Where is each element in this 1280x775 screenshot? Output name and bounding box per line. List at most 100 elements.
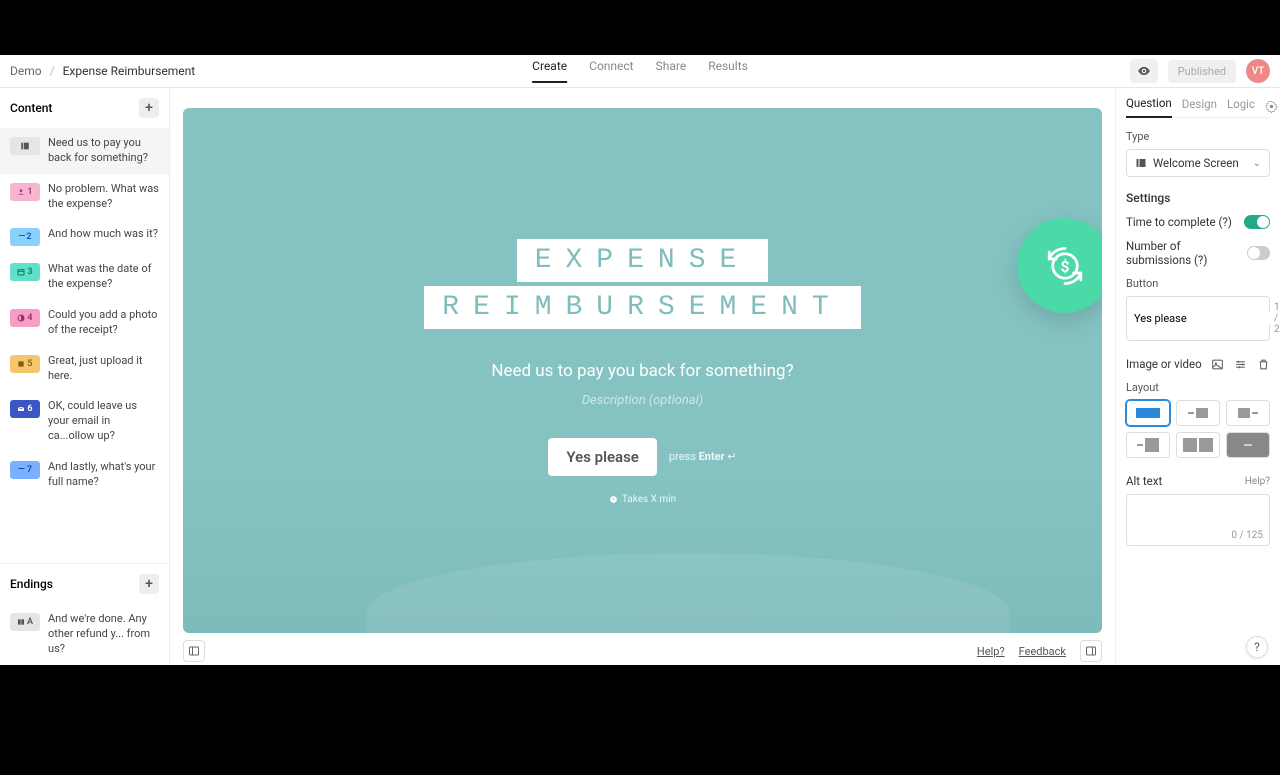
sidebar-left: Content + Need us to pay you back for so… xyxy=(0,88,170,665)
canvas-wrap: $ Expense Reimbursement Need us to pay y… xyxy=(170,88,1115,665)
type-value: Welcome Screen xyxy=(1153,156,1239,170)
panel-tab-logic[interactable]: Logic xyxy=(1227,97,1255,117)
question-badge: 4 xyxy=(10,309,40,327)
panel-tab-design[interactable]: Design xyxy=(1182,97,1217,117)
question-badge: — 7 xyxy=(10,461,40,479)
form-title[interactable]: Expense Reimbursement xyxy=(424,237,860,331)
question-text: Great, just upload it here. xyxy=(48,354,159,384)
button-text-input[interactable] xyxy=(1134,312,1274,325)
toggle-sidebar-left-button[interactable] xyxy=(183,640,205,662)
coin-badge: $ xyxy=(1017,218,1102,313)
time-to-complete-toggle[interactable] xyxy=(1244,215,1270,229)
avatar[interactable]: VT xyxy=(1246,59,1270,83)
submissions-label: Number of submissions (?) xyxy=(1126,239,1247,267)
question-item-2[interactable]: — 2 And how much was it? xyxy=(0,219,169,254)
welcome-icon xyxy=(20,141,30,151)
yesno-icon xyxy=(17,314,25,322)
panel-right-icon xyxy=(1085,645,1097,657)
layout-opt-6[interactable] xyxy=(1226,432,1270,458)
publish-button[interactable]: Published xyxy=(1168,60,1236,83)
breadcrumb-sep: / xyxy=(50,64,55,78)
nav-tabs: Create Connect Share Results xyxy=(532,59,748,83)
layout-opt-2[interactable] xyxy=(1176,400,1220,426)
layout-opt-5[interactable] xyxy=(1176,432,1220,458)
short-text-icon: — xyxy=(18,464,25,476)
feedback-link[interactable]: Feedback xyxy=(1019,645,1066,658)
content-list: Need us to pay you back for something? 1… xyxy=(0,128,169,563)
ending-item-A[interactable]: A And we're done. Any other refund y... … xyxy=(0,604,169,665)
button-char-count: 10 / 24 xyxy=(1274,302,1280,335)
question-text: And how much was it? xyxy=(48,227,159,242)
question-item-0[interactable]: Need us to pay you back for something? xyxy=(0,128,169,174)
time-hint: Takes X min xyxy=(609,494,676,505)
question-number: 4 xyxy=(27,312,32,324)
delete-image-button[interactable] xyxy=(1257,358,1270,371)
setting-time-to-complete: Time to complete (?) xyxy=(1126,215,1270,229)
tab-create[interactable]: Create xyxy=(532,59,567,83)
panel-right: Question Design Logic Type Welcome Scree… xyxy=(1115,88,1280,665)
svg-text:$: $ xyxy=(1060,257,1069,276)
question-item-4[interactable]: 4 Could you add a photo of the receipt? xyxy=(0,300,169,346)
breadcrumb-root[interactable]: Demo xyxy=(10,64,42,78)
layout-opt-4[interactable] xyxy=(1126,432,1170,458)
question-badge: — 2 xyxy=(10,228,40,246)
clock-icon xyxy=(609,495,618,504)
welcome-icon xyxy=(1135,157,1147,169)
question-item-7[interactable]: — 7 And lastly, what's your full name? xyxy=(0,452,169,498)
breadcrumb-current[interactable]: Expense Reimbursement xyxy=(63,64,196,78)
add-image-button[interactable] xyxy=(1211,358,1224,371)
button-text-input-wrap: 10 / 24 xyxy=(1126,296,1270,341)
panel-tab-question[interactable]: Question xyxy=(1126,96,1172,118)
question-text: Need us to pay you back for something? xyxy=(48,136,159,166)
alt-text-input[interactable]: 0 / 125 xyxy=(1126,494,1270,546)
layout-label: Layout xyxy=(1126,381,1270,394)
tab-connect[interactable]: Connect xyxy=(589,59,633,83)
question-text: No problem. What was the expense? xyxy=(48,182,159,212)
form-description-placeholder[interactable]: Description (optional) xyxy=(582,393,703,408)
toggle-sidebar-right-button[interactable] xyxy=(1080,640,1102,662)
email-icon xyxy=(17,405,25,413)
help-fab[interactable]: ? xyxy=(1246,636,1268,658)
person-icon xyxy=(17,188,25,196)
help-link[interactable]: Help? xyxy=(977,645,1005,658)
question-item-1[interactable]: 1 No problem. What was the expense? xyxy=(0,174,169,220)
short-text-icon: — xyxy=(18,231,24,243)
button-label: Button xyxy=(1126,277,1270,290)
question-item-5[interactable]: 5 Great, just upload it here. xyxy=(0,346,169,392)
content-header: Content + xyxy=(0,88,169,128)
panel-settings-button[interactable] xyxy=(1265,100,1278,113)
form-subtitle[interactable]: Need us to pay you back for something? xyxy=(491,361,793,381)
question-number: 2 xyxy=(26,231,31,243)
type-label: Type xyxy=(1126,130,1270,143)
add-content-button[interactable]: + xyxy=(139,98,159,118)
start-button[interactable]: Yes please xyxy=(548,438,657,476)
submissions-toggle[interactable] xyxy=(1247,246,1270,260)
ending-text: And we're done. Any other refund y... fr… xyxy=(48,612,159,657)
image-video-actions xyxy=(1211,358,1270,371)
type-select[interactable]: Welcome Screen ⌄ xyxy=(1126,149,1270,177)
panel-tabs: Question Design Logic xyxy=(1126,96,1270,118)
endings-header: Endings + xyxy=(0,564,169,604)
image-icon xyxy=(1211,358,1224,371)
question-item-6[interactable]: 6 OK, could leave us your email in ca...… xyxy=(0,391,169,452)
question-number: 3 xyxy=(27,266,32,278)
form-canvas[interactable]: $ Expense Reimbursement Need us to pay y… xyxy=(183,108,1102,633)
add-ending-button[interactable]: + xyxy=(139,574,159,594)
calendar-icon xyxy=(17,268,25,276)
alt-help-link[interactable]: Help? xyxy=(1245,476,1270,487)
trash-icon xyxy=(1257,358,1270,371)
endings-section: Endings + A And we're done. Any other re… xyxy=(0,563,169,665)
time-to-complete-label: Time to complete (?) xyxy=(1126,215,1232,229)
image-settings-button[interactable] xyxy=(1234,358,1247,371)
question-item-3[interactable]: 3 What was the date of the expense? xyxy=(0,254,169,300)
question-badge xyxy=(10,137,40,155)
question-text: What was the date of the expense? xyxy=(48,262,159,292)
tab-share[interactable]: Share xyxy=(656,59,687,83)
topbar: Demo / Expense Reimbursement Create Conn… xyxy=(0,55,1280,88)
question-text: And lastly, what's your full name? xyxy=(48,460,159,490)
sliders-icon xyxy=(1234,358,1247,371)
layout-opt-1[interactable] xyxy=(1126,400,1170,426)
preview-button[interactable] xyxy=(1130,59,1158,83)
layout-opt-3[interactable] xyxy=(1226,400,1270,426)
tab-results[interactable]: Results xyxy=(708,59,748,83)
